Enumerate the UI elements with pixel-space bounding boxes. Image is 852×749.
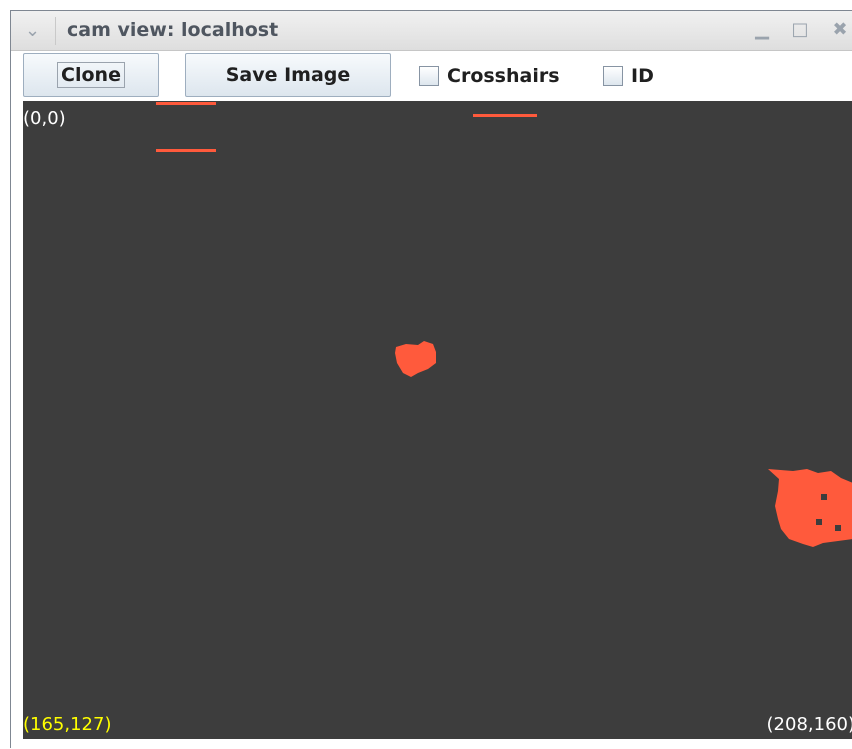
clone-button-label: Clone bbox=[57, 62, 125, 88]
detected-blob bbox=[395, 341, 436, 377]
bottom-left-coordinate: (165,127) bbox=[23, 714, 112, 735]
camera-view[interactable]: (0,0) (165,127) (208,160) bbox=[23, 101, 852, 739]
save-image-button-label: Save Image bbox=[225, 64, 351, 86]
save-image-button[interactable]: Save Image bbox=[185, 53, 391, 97]
title-separator bbox=[55, 17, 56, 45]
blob-hole bbox=[816, 519, 822, 525]
id-checkbox-box[interactable] bbox=[603, 66, 623, 86]
blob-hole bbox=[821, 494, 827, 500]
id-checkbox[interactable]: ID bbox=[603, 64, 654, 88]
detected-blob bbox=[768, 469, 852, 547]
toolbar: Clone Save Image Crosshairs ID bbox=[11, 51, 852, 100]
maximize-icon[interactable]: □ bbox=[791, 21, 809, 39]
crosshairs-checkbox[interactable]: Crosshairs bbox=[419, 64, 560, 88]
top-left-coordinate: (0,0) bbox=[23, 108, 66, 129]
crosshairs-checkbox-box[interactable] bbox=[419, 66, 439, 86]
close-icon[interactable]: ✖ bbox=[831, 21, 849, 39]
chevron-down-icon[interactable]: ⌄ bbox=[25, 22, 45, 40]
blob-hole bbox=[835, 525, 841, 531]
clone-button[interactable]: Clone bbox=[23, 53, 159, 97]
cam-view-window: ⌄ cam view: localhost ▁ □ ✖ Clone Save I… bbox=[10, 10, 852, 749]
bottom-right-coordinate: (208,160) bbox=[766, 714, 852, 735]
id-label: ID bbox=[631, 65, 654, 87]
minimize-icon[interactable]: ▁ bbox=[753, 21, 771, 39]
blob-layer bbox=[395, 341, 852, 547]
window-title: cam view: localhost bbox=[67, 19, 279, 41]
crosshairs-label: Crosshairs bbox=[447, 65, 560, 87]
title-bar[interactable]: ⌄ cam view: localhost ▁ □ ✖ bbox=[11, 11, 852, 51]
